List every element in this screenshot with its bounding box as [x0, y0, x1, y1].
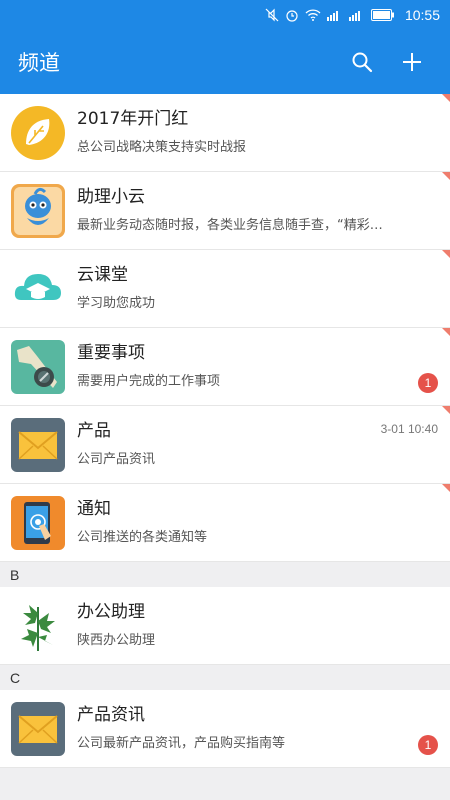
leaf-icon	[11, 105, 65, 160]
corner-marker	[442, 94, 450, 102]
corner-marker	[442, 484, 450, 492]
wrench-icon	[11, 339, 65, 394]
app-bar: 频道	[0, 30, 450, 94]
list-item[interactable]: 产品 公司产品资讯 3-01 10:40	[0, 406, 450, 484]
item-desc: 需要用户完成的工作事项	[77, 373, 221, 389]
mute-icon	[265, 8, 279, 22]
corner-marker	[442, 250, 450, 258]
phone-touch-icon	[11, 495, 65, 550]
corner-marker	[442, 172, 450, 180]
item-name: 产品	[77, 420, 111, 441]
search-button[interactable]	[342, 42, 382, 82]
item-desc: 公司推送的各类通知等	[77, 529, 208, 545]
item-time: 3-01 10:40	[380, 422, 438, 436]
battery-icon	[370, 9, 395, 21]
status-time: 10:55	[404, 7, 440, 23]
list-item[interactable]: 办公助理 陕西办公助理	[0, 587, 450, 665]
item-desc: 最新业务动态随时报，各类业务信息随手查，“精彩…	[77, 217, 383, 233]
item-name: 重要事项	[77, 342, 145, 363]
envelope-icon	[11, 417, 65, 472]
unread-badge: 1	[418, 735, 438, 755]
envelope-icon	[11, 701, 65, 756]
item-desc: 陕西办公助理	[77, 632, 156, 648]
signal-icon	[326, 9, 343, 21]
item-name: 办公助理	[77, 601, 145, 622]
section-header-b: B	[0, 562, 450, 587]
add-button[interactable]	[392, 42, 432, 82]
status-bar: 10:55	[0, 0, 450, 30]
section-header-c: C	[0, 665, 450, 690]
item-desc: 公司最新产品资讯，产品购买指南等	[77, 735, 286, 751]
item-name: 通知	[77, 498, 111, 519]
list-item[interactable]: 云课堂 学习助您成功	[0, 250, 450, 328]
item-name: 助理小云	[77, 186, 145, 207]
corner-marker	[442, 406, 450, 414]
item-desc: 学习助您成功	[77, 295, 156, 311]
item-name: 云课堂	[77, 264, 128, 285]
item-desc: 公司产品资讯	[77, 451, 156, 467]
list-item[interactable]: 助理小云 最新业务动态随时报，各类业务信息随手查，“精彩…	[0, 172, 450, 250]
cloud-graduation-cap-icon	[11, 262, 65, 316]
item-desc: 总公司战略决策支持实时战报	[77, 139, 247, 155]
item-name: 2017年开门红	[77, 108, 189, 129]
item-name: 产品资讯	[77, 704, 145, 725]
channel-list: 2017年开门红 总公司战略决策支持实时战报 助理小云 最新业务动态随时报，各类…	[0, 94, 450, 768]
list-item[interactable]: 重要事项 需要用户完成的工作事项 1	[0, 328, 450, 406]
search-icon	[352, 52, 373, 73]
page-title: 频道	[18, 51, 60, 75]
wifi-icon	[305, 8, 321, 22]
list-item[interactable]: 2017年开门红 总公司战略决策支持实时战报	[0, 94, 450, 172]
signal-2-icon	[348, 9, 365, 21]
mascot-icon	[11, 183, 65, 238]
plant-icon	[11, 598, 65, 653]
unread-badge: 1	[418, 373, 438, 393]
plus-icon	[403, 53, 421, 71]
corner-marker	[442, 328, 450, 336]
list-item[interactable]: 产品资讯 公司最新产品资讯，产品购买指南等 1	[0, 690, 450, 768]
list-item[interactable]: 通知 公司推送的各类通知等	[0, 484, 450, 562]
alarm-icon	[285, 8, 299, 22]
